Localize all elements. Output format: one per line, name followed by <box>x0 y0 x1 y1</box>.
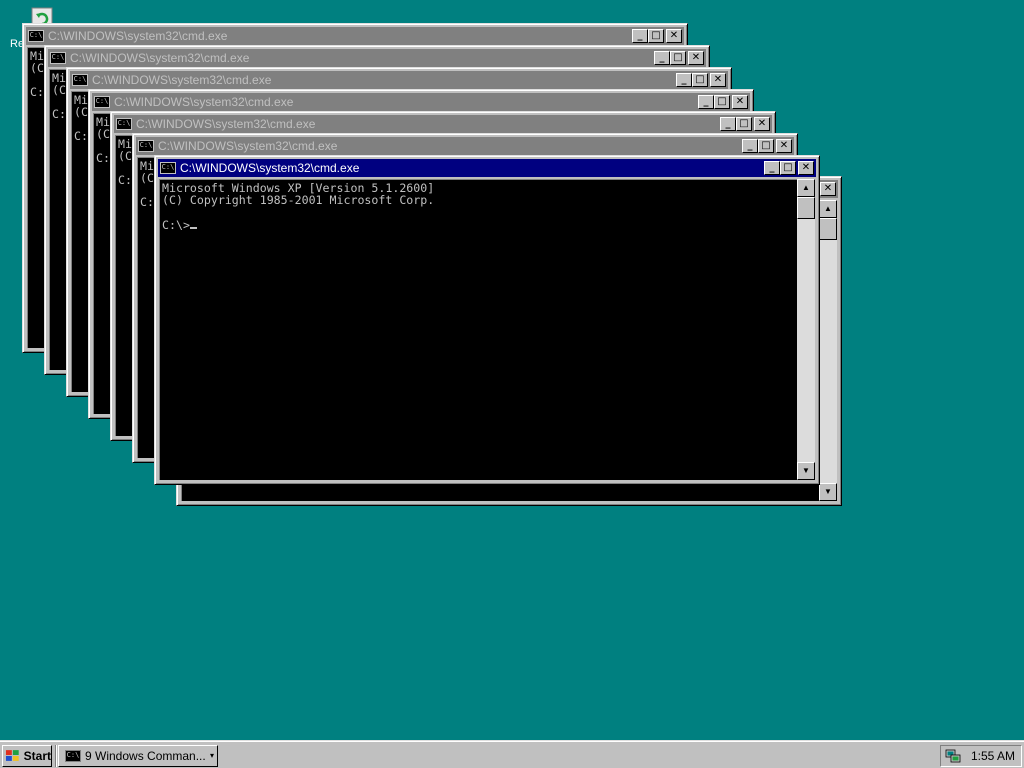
cmd-window-active[interactable]: C:\ C:\WINDOWS\system32\cmd.exe _ □ ✕ Mi… <box>154 155 820 485</box>
console-area[interactable]: Microsoft Windows XP [Version 5.1.2600] … <box>159 179 797 480</box>
cmd-icon: C:\ <box>94 96 110 108</box>
console-copyright-line: (C) Copyright 1985-2001 Microsoft Corp. <box>162 193 435 207</box>
close-button[interactable]: ✕ <box>798 161 814 175</box>
title-bar[interactable]: C:\ C:\WINDOWS\system32\cmd.exe _ □ ✕ <box>70 71 728 89</box>
maximize-button[interactable]: □ <box>714 95 730 109</box>
minimize-button[interactable]: _ <box>654 51 670 65</box>
close-button[interactable]: ✕ <box>732 95 748 109</box>
cmd-icon: C:\ <box>138 140 154 152</box>
minimize-button[interactable]: _ <box>764 161 780 175</box>
maximize-button[interactable]: □ <box>736 117 752 131</box>
close-button[interactable]: ✕ <box>754 117 770 131</box>
maximize-button[interactable]: □ <box>780 161 796 175</box>
window-title: C:\WINDOWS\system32\cmd.exe <box>136 117 316 131</box>
close-button[interactable]: ✕ <box>776 139 792 153</box>
chevron-down-icon: ▾ <box>209 751 214 760</box>
cmd-icon: C:\ <box>65 750 81 762</box>
minimize-button[interactable]: _ <box>720 117 736 131</box>
cmd-icon: C:\ <box>50 52 66 64</box>
start-button[interactable]: Start <box>2 745 52 767</box>
cmd-icon: C:\ <box>72 74 88 86</box>
console-prompt: C:\> <box>162 218 190 232</box>
title-bar[interactable]: C:\ C:\WINDOWS\system32\cmd.exe _ □ ✕ <box>136 137 794 155</box>
minimize-button[interactable]: _ <box>698 95 714 109</box>
vertical-scrollbar[interactable]: ▲ ▼ <box>797 179 815 480</box>
window-title: C:\WINDOWS\system32\cmd.exe <box>180 161 360 175</box>
scroll-thumb[interactable] <box>797 197 815 219</box>
minimize-button[interactable]: _ <box>632 29 648 43</box>
scroll-down-button[interactable]: ▼ <box>797 462 815 480</box>
maximize-button[interactable]: □ <box>670 51 686 65</box>
title-bar[interactable]: C:\ C:\WINDOWS\system32\cmd.exe _ □ ✕ <box>26 27 684 45</box>
minimize-button[interactable]: _ <box>742 139 758 153</box>
network-icon[interactable] <box>945 748 961 764</box>
scroll-up-button[interactable]: ▲ <box>797 179 815 197</box>
console-prompt-line[interactable]: C:\> <box>162 218 795 232</box>
window-title: C:\WINDOWS\system32\cmd.exe <box>48 29 228 43</box>
window-title: C:\WINDOWS\system32\cmd.exe <box>158 139 338 153</box>
clock[interactable]: 1:55 AM <box>971 749 1015 763</box>
close-button[interactable]: ✕ <box>820 182 836 196</box>
maximize-button[interactable]: □ <box>648 29 664 43</box>
window-title: C:\WINDOWS\system32\cmd.exe <box>92 73 272 87</box>
taskbar: Start C:\ 9 Windows Comman... ▾ 1:55 AM <box>0 740 1024 768</box>
close-button[interactable]: ✕ <box>710 73 726 87</box>
start-label: Start <box>23 749 51 763</box>
windows-logo-icon <box>5 750 19 761</box>
maximize-button[interactable]: □ <box>692 73 708 87</box>
taskbar-separator <box>55 745 57 767</box>
close-button[interactable]: ✕ <box>666 29 682 43</box>
text-cursor <box>189 218 197 229</box>
window-title: C:\WINDOWS\system32\cmd.exe <box>114 95 294 109</box>
window-title: C:\WINDOWS\system32\cmd.exe <box>70 51 250 65</box>
scroll-thumb[interactable] <box>819 218 837 240</box>
maximize-button[interactable]: □ <box>758 139 774 153</box>
title-bar[interactable]: C:\ C:\WINDOWS\system32\cmd.exe _ □ ✕ <box>158 159 816 177</box>
taskbar-group-button[interactable]: C:\ 9 Windows Comman... ▾ <box>58 745 218 767</box>
title-bar[interactable]: C:\ C:\WINDOWS\system32\cmd.exe _ □ ✕ <box>48 49 706 67</box>
cmd-icon: C:\ <box>28 30 44 42</box>
cmd-icon: C:\ <box>116 118 132 130</box>
minimize-button[interactable]: _ <box>676 73 692 87</box>
system-tray: 1:55 AM <box>940 745 1022 767</box>
scroll-up-button[interactable]: ▲ <box>819 200 837 218</box>
taskbar-group-label: 9 Windows Comman... <box>85 749 206 763</box>
title-bar[interactable]: C:\ C:\WINDOWS\system32\cmd.exe _ □ ✕ <box>92 93 750 111</box>
cmd-icon: C:\ <box>160 162 176 174</box>
close-button[interactable]: ✕ <box>688 51 704 65</box>
title-bar[interactable]: C:\ C:\WINDOWS\system32\cmd.exe _ □ ✕ <box>114 115 772 133</box>
scroll-down-button[interactable]: ▼ <box>819 483 837 501</box>
desktop: Re C:\ C:\WINDOWS\system32\cmd.exe _ □ ✕… <box>0 0 1024 740</box>
vertical-scrollbar[interactable]: ▲ ▼ <box>819 200 837 501</box>
